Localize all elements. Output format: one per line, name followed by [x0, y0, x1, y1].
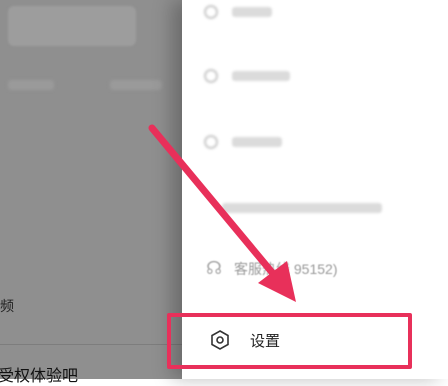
blurred-text	[110, 80, 162, 90]
blurred-text	[8, 80, 54, 90]
menu-label	[232, 71, 290, 81]
menu-item[interactable]	[204, 130, 282, 154]
menu-item[interactable]	[204, 64, 290, 88]
trial-text: 受权体验吧	[0, 368, 79, 385]
menu-label	[232, 7, 272, 17]
menu-icon	[204, 135, 218, 149]
blurred-top-bar	[8, 6, 136, 46]
headset-icon: ☊	[206, 258, 222, 278]
menu-item[interactable]	[204, 0, 272, 24]
menu-label	[222, 203, 382, 213]
menu-label	[232, 137, 282, 147]
customer-service-label: 客服热线 95152)	[234, 260, 338, 277]
divider	[0, 344, 182, 345]
customer-service-item[interactable]: ☊ 客服热线 95152)	[206, 258, 337, 279]
highlight-box	[167, 313, 412, 369]
menu-icon	[204, 5, 218, 19]
menu-icon	[204, 69, 218, 83]
video-label: 频	[0, 298, 14, 314]
menu-item[interactable]	[222, 196, 382, 220]
background-app: 频 受权体验吧	[0, 0, 182, 385]
